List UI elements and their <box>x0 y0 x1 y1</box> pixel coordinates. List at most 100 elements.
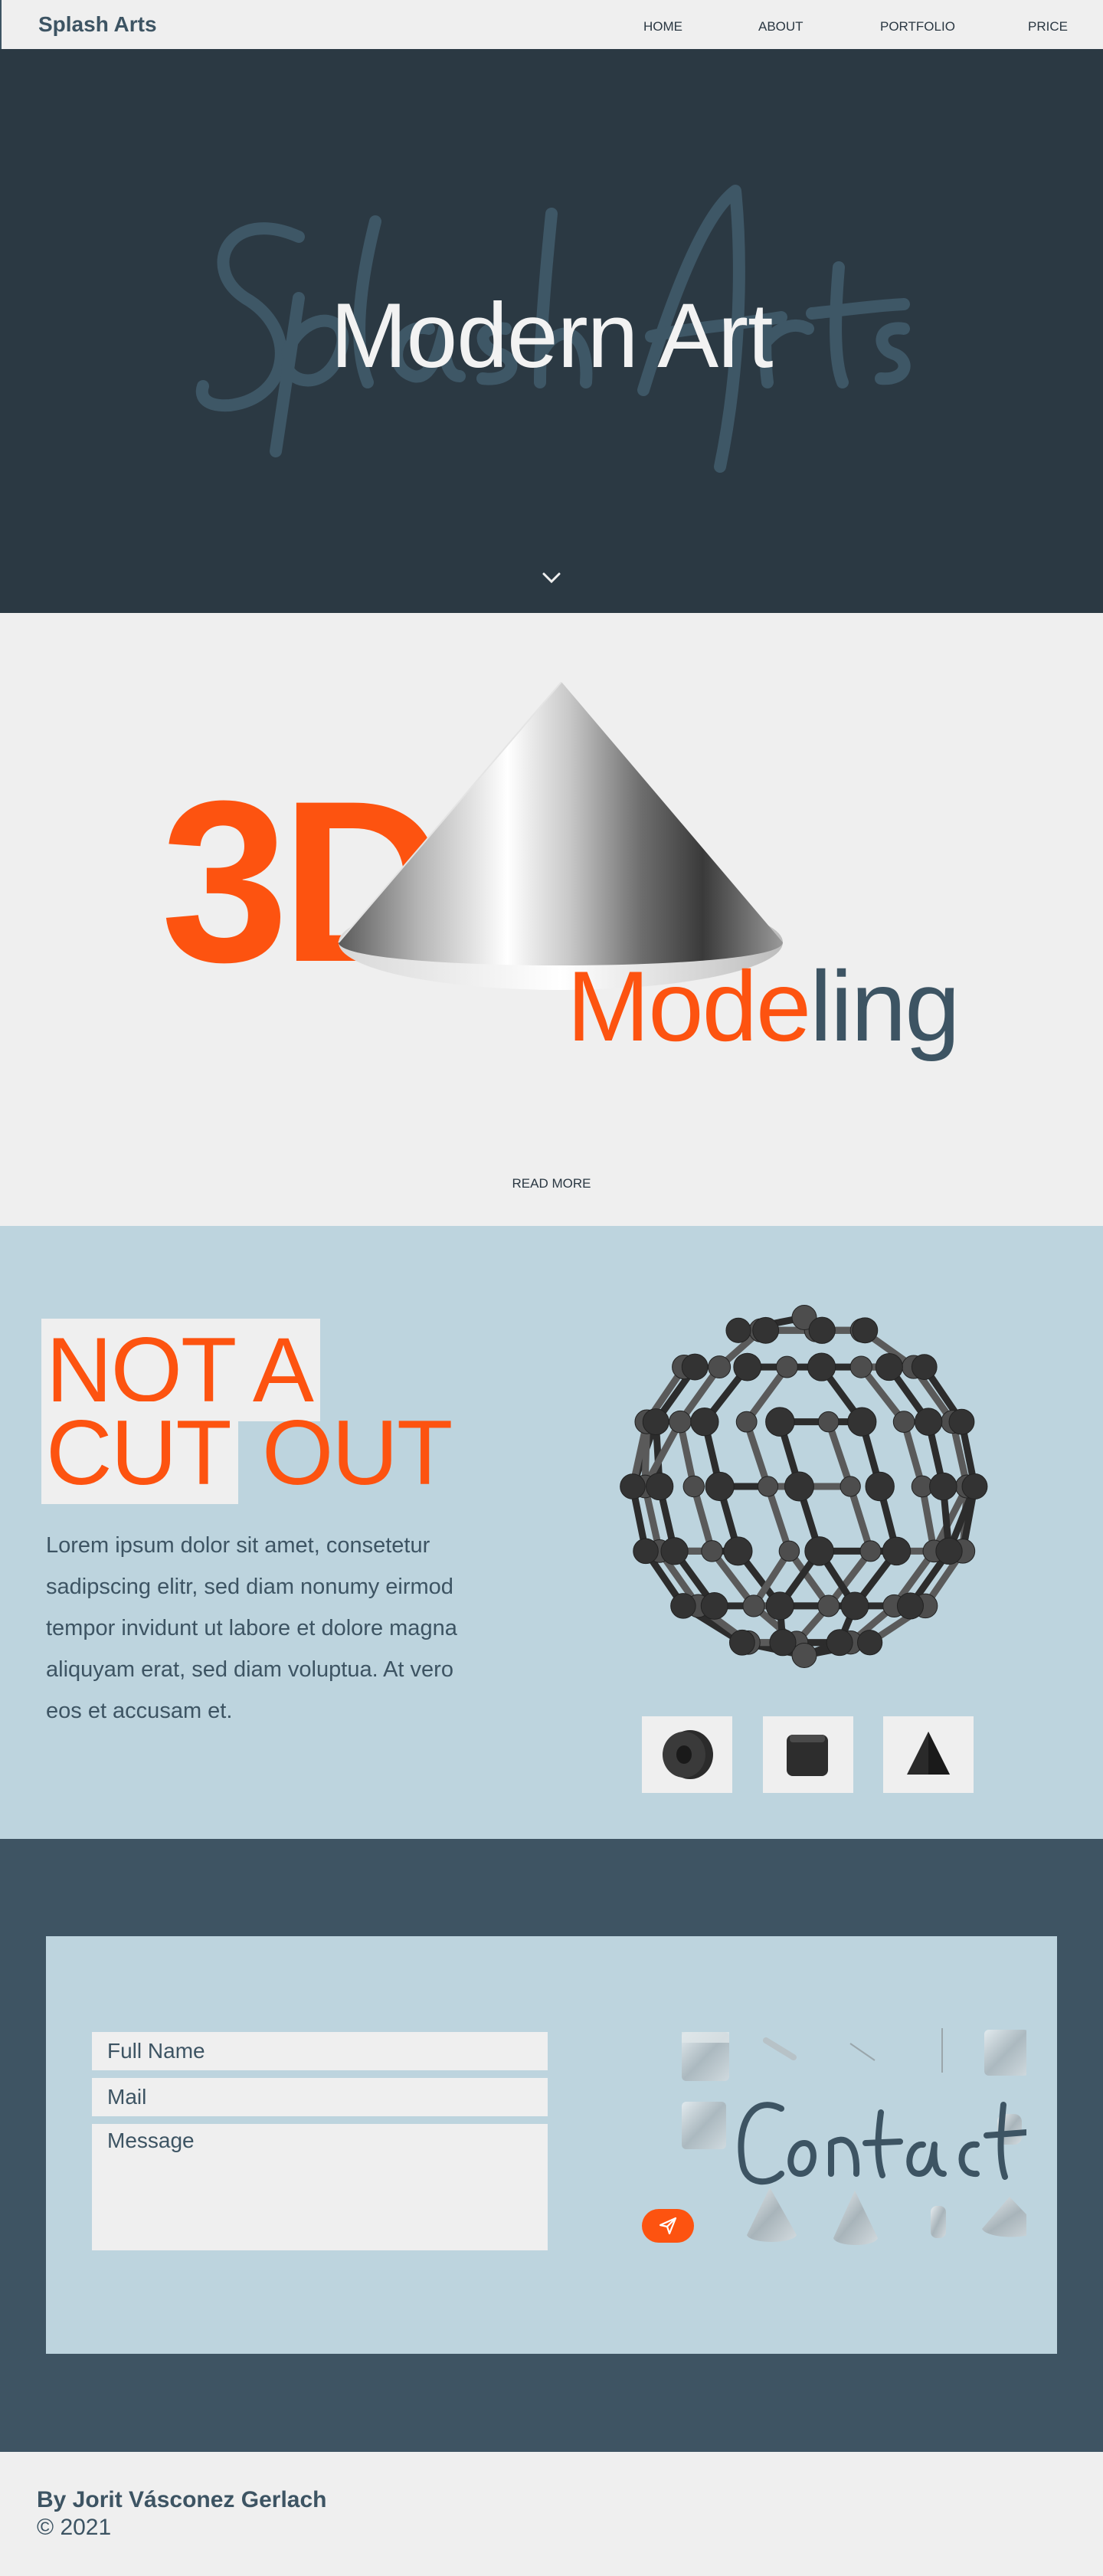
molecule-atom <box>852 1317 879 1344</box>
molecule-atom <box>849 1355 872 1378</box>
molecule-atom <box>776 1355 798 1378</box>
molecule-atom <box>733 1352 762 1381</box>
cylinder-icon <box>663 1730 713 1779</box>
glass-cube-icon <box>682 2102 726 2149</box>
molecule-atom <box>682 1475 705 1498</box>
nav-link-home[interactable]: HOME <box>643 19 682 34</box>
molecule-atom <box>725 1317 751 1343</box>
contact-card <box>46 1936 1057 2354</box>
nav-link-about[interactable]: ABOUT <box>758 19 804 34</box>
molecule-atom <box>705 1471 735 1502</box>
cutout-section: NOT A CUT OUT Lorem ipsum dolor sit amet… <box>0 1226 1103 1839</box>
hero-section: Modern Art <box>0 49 1103 613</box>
molecule-atom <box>847 1407 877 1437</box>
molecule-atom <box>646 1472 674 1501</box>
molecule-atom <box>708 1355 732 1379</box>
molecule-atom <box>807 1352 836 1381</box>
top-navigation: Splash Arts HOME ABOUT PORTFOLIO PRICE <box>0 0 1103 49</box>
molecule-atom <box>961 1473 988 1499</box>
molecule-atom <box>765 1407 795 1437</box>
full-name-input[interactable] <box>92 2032 548 2070</box>
nav-link-portfolio[interactable]: PORTFOLIO <box>880 19 955 34</box>
molecule-atom <box>840 1591 869 1621</box>
molecule-atom <box>808 1316 836 1344</box>
brand-logo[interactable]: Splash Arts <box>38 12 157 37</box>
glass-cone-icon <box>747 2188 797 2242</box>
molecule-atom <box>769 1629 797 1657</box>
glass-cone-icon <box>982 2197 1026 2237</box>
nav-link-price[interactable]: PRICE <box>1028 19 1068 34</box>
molecule-atom <box>701 1540 723 1562</box>
contact-script-title <box>738 2102 1026 2185</box>
glass-rod-icon <box>763 2037 797 2060</box>
molecule-atom <box>826 1629 853 1657</box>
molecule-atom <box>642 1408 669 1436</box>
molecule-atom <box>700 1591 728 1620</box>
molecule-atom <box>690 1407 719 1437</box>
molecule-atom <box>778 1540 800 1562</box>
footer-copyright: © 2021 <box>37 2515 112 2540</box>
molecule-atom <box>681 1353 709 1381</box>
footer-author: By Jorit Vásconez Gerlach <box>37 2487 327 2512</box>
molecule-atom <box>620 1473 646 1499</box>
molecule-atom <box>859 1540 882 1562</box>
modeling-section: 3D Modeling READ MORE <box>0 613 1103 1226</box>
cube-icon <box>787 1735 828 1776</box>
molecule-atom <box>865 1471 895 1502</box>
molecule-atom <box>742 1594 765 1617</box>
send-button[interactable] <box>642 2209 694 2243</box>
molecule-atom <box>633 1538 659 1565</box>
molecule-atom <box>735 1411 758 1433</box>
glass-cylinder-icon <box>931 2206 946 2238</box>
footer: By Jorit Vásconez Gerlach © 2021 <box>0 2452 1103 2576</box>
molecule-atom <box>752 1316 780 1344</box>
molecule-atom <box>896 1592 925 1620</box>
molecule-atom <box>948 1408 975 1435</box>
glass-rod-icon <box>849 2043 876 2061</box>
molecule-atom <box>791 1643 817 1668</box>
molecule-atom <box>757 1476 779 1497</box>
mail-input[interactable] <box>92 2078 548 2116</box>
molecule-atom <box>875 1353 903 1381</box>
cutout-heading-highlight: CUT <box>41 1401 238 1504</box>
molecule-atom <box>935 1537 963 1565</box>
cube-thumbnail[interactable] <box>763 1716 853 1793</box>
molecule-atom <box>804 1536 834 1566</box>
molecule-atom <box>817 1411 840 1433</box>
pyramid-icon <box>907 1732 950 1775</box>
molecule-atom <box>892 1411 915 1433</box>
molecule-atom <box>670 1593 696 1619</box>
molecule-atom <box>660 1537 689 1565</box>
molecule-atom <box>911 1354 938 1380</box>
molecule-atom <box>817 1594 840 1617</box>
glass-cube-icon <box>682 2032 729 2081</box>
molecule-atom <box>929 1472 957 1501</box>
cutout-heading-rest: OUT <box>237 1401 453 1504</box>
molecule-atom <box>882 1536 912 1566</box>
modeling-word-orange: Mode <box>567 950 811 1062</box>
contact-section <box>0 1839 1103 2452</box>
message-input[interactable] <box>92 2124 548 2250</box>
molecule-atom <box>856 1630 883 1656</box>
metal-cone-image <box>338 682 783 990</box>
molecule-atom <box>784 1471 814 1502</box>
molecule-atom <box>840 1476 861 1497</box>
pyramid-thumbnail[interactable] <box>883 1716 974 1793</box>
modeling-word-slate: ling <box>810 950 960 1062</box>
molecule-atom <box>669 1410 692 1434</box>
chevron-down-icon[interactable] <box>540 570 563 585</box>
glass-cone-icon <box>833 2191 878 2245</box>
read-more-link[interactable]: READ MORE <box>0 1176 1103 1191</box>
glass-cube-icon <box>984 2030 1026 2076</box>
molecule-atom <box>728 1629 755 1656</box>
molecule-atom <box>914 1408 943 1436</box>
cutout-heading-line2: CUT OUT <box>41 1401 453 1504</box>
cutout-body-text: Lorem ipsum dolor sit amet, consetetur s… <box>46 1533 457 1723</box>
molecule-atom <box>723 1536 753 1566</box>
cylinder-thumbnail[interactable] <box>642 1716 732 1793</box>
paper-plane-icon <box>659 2217 677 2235</box>
hero-title: Modern Art <box>330 284 774 387</box>
molecule-sphere-image <box>620 1305 988 1668</box>
molecule-atom <box>765 1591 794 1621</box>
modeling-word: Modeling <box>567 956 961 1056</box>
